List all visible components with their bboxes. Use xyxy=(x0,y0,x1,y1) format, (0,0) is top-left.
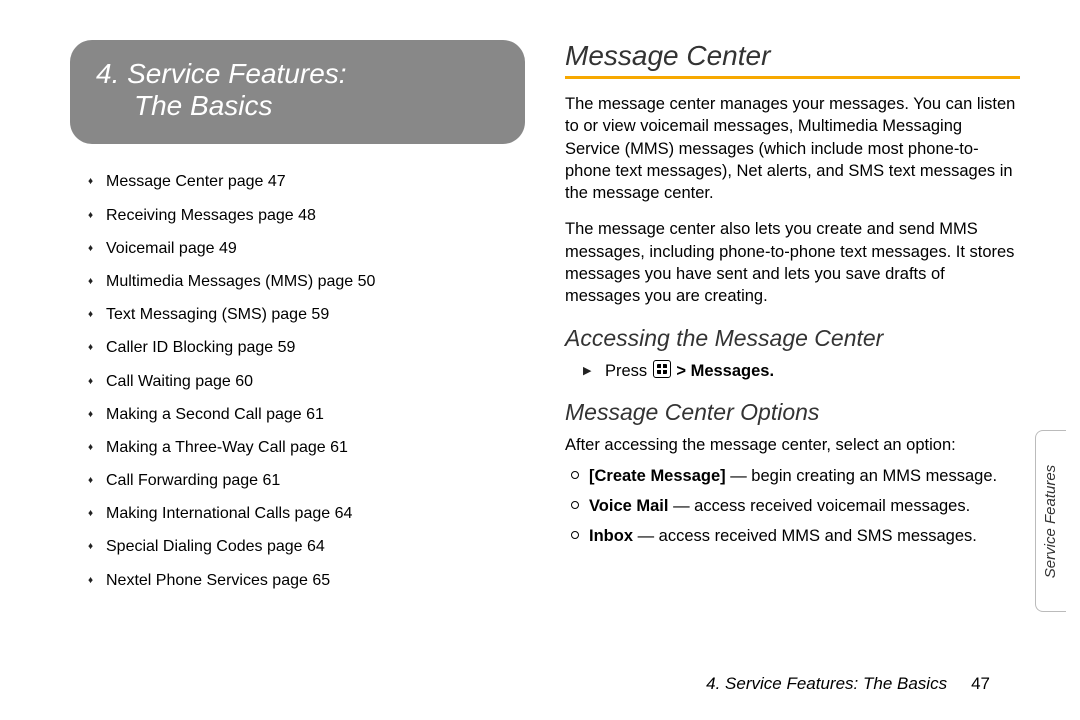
page-number: 47 xyxy=(971,674,990,693)
intro-paragraph-1: The message center manages your messages… xyxy=(565,93,1020,204)
toc-item: Message Center page 47 xyxy=(88,172,525,191)
toc-item: Making a Second Call page 61 xyxy=(88,405,525,424)
options-list: [Create Message] — begin creating an MMS… xyxy=(569,465,1020,548)
right-column: Message Center The message center manage… xyxy=(565,40,1020,700)
toc-item: Multimedia Messages (MMS) page 50 xyxy=(88,272,525,291)
option-label: Voice Mail xyxy=(589,497,668,515)
left-column: 4. Service Features: The Basics Message … xyxy=(70,40,525,700)
section-heading: Message Center xyxy=(565,40,1020,72)
chapter-subtitle: The Basics xyxy=(134,90,499,122)
option-desc: — access received voicemail messages. xyxy=(668,497,970,515)
step-press-messages: Press > Messages. xyxy=(583,360,1020,381)
accent-rule xyxy=(565,76,1020,79)
option-item: Voice Mail — access received voicemail m… xyxy=(569,495,1020,517)
manual-page: 4. Service Features: The Basics Message … xyxy=(0,0,1080,720)
options-intro: After accessing the message center, sele… xyxy=(565,434,1020,456)
chapter-number-title: 4. Service Features: xyxy=(96,58,499,90)
subheading-accessing: Accessing the Message Center xyxy=(565,325,1020,352)
toc-item: Caller ID Blocking page 59 xyxy=(88,338,525,357)
toc-item: Text Messaging (SMS) page 59 xyxy=(88,305,525,324)
toc-item: Special Dialing Codes page 64 xyxy=(88,537,525,556)
option-desc: — access received MMS and SMS messages. xyxy=(633,527,977,545)
footer-text: 4. Service Features: The Basics xyxy=(706,674,947,693)
option-desc: — begin creating an MMS message. xyxy=(726,467,997,485)
toc-item: Voicemail page 49 xyxy=(88,239,525,258)
option-item: [Create Message] — begin creating an MMS… xyxy=(569,465,1020,487)
step-suffix: > Messages. xyxy=(672,362,774,380)
option-label: Inbox xyxy=(589,527,633,545)
toc-item: Making International Calls page 64 xyxy=(88,504,525,523)
toc-item: Call Waiting page 60 xyxy=(88,372,525,391)
toc-item: Nextel Phone Services page 65 xyxy=(88,571,525,590)
intro-paragraph-2: The message center also lets you create … xyxy=(565,218,1020,307)
step-prefix: Press xyxy=(605,362,652,380)
subheading-options: Message Center Options xyxy=(565,399,1020,426)
side-tab: Service Features xyxy=(1035,430,1066,612)
chapter-heading-box: 4. Service Features: The Basics xyxy=(70,40,525,144)
option-item: Inbox — access received MMS and SMS mess… xyxy=(569,525,1020,547)
toc-item: Call Forwarding page 61 xyxy=(88,471,525,490)
table-of-contents: Message Center page 47 Receiving Messages… xyxy=(70,172,525,589)
toc-item: Receiving Messages page 48 xyxy=(88,206,525,225)
toc-item: Making a Three-Way Call page 61 xyxy=(88,438,525,457)
option-label: [Create Message] xyxy=(589,467,726,485)
menu-key-icon xyxy=(653,360,671,378)
page-footer: 4. Service Features: The Basics 47 xyxy=(706,674,990,694)
side-tab-label: Service Features xyxy=(1043,464,1060,577)
